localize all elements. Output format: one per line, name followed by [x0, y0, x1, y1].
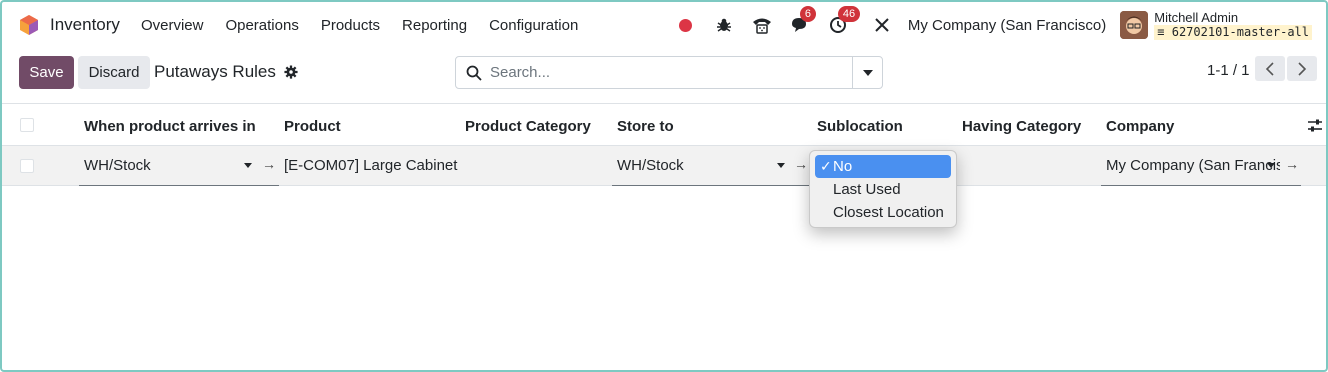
menu-overview[interactable]: Overview	[141, 17, 204, 34]
caret-down-icon[interactable]	[1267, 163, 1275, 168]
field-underline	[1101, 185, 1301, 186]
optional-columns-sliders-icon[interactable]	[1307, 119, 1323, 133]
pager-previous-button[interactable]	[1255, 56, 1285, 81]
user-menu[interactable]: Mitchell Admin ≡ 62702101-master-all	[1154, 10, 1312, 40]
column-header-location[interactable]: When product arrives in	[84, 118, 256, 135]
store-to-field[interactable]: WH/Stock	[617, 157, 684, 174]
control-panel: Save Discard Putaways Rules 1-1 / 1	[2, 48, 1326, 104]
discard-button[interactable]: Discard	[78, 56, 150, 89]
table-header: When product arrives in Product Product …	[2, 105, 1326, 146]
table-row[interactable]: WH/Stock → [E-COM07] Large Cabinet WH/St…	[2, 146, 1326, 186]
caret-down-icon[interactable]	[244, 163, 252, 168]
pager-value[interactable]: 1-1 / 1	[1207, 62, 1250, 79]
search-bar	[455, 56, 883, 89]
gear-icon[interactable]	[284, 65, 298, 79]
arrow-right-icon[interactable]: →	[1285, 156, 1299, 172]
debug-bug-icon[interactable]	[712, 13, 736, 37]
activities-clock-icon[interactable]: 46	[826, 6, 861, 37]
company-field[interactable]: My Company (San Francisco)	[1106, 157, 1280, 174]
checkmark-icon: ✓	[820, 158, 832, 174]
column-header-store-to[interactable]: Store to	[617, 118, 674, 135]
option-label: No	[833, 158, 853, 175]
select-all-checkbox[interactable]	[20, 118, 34, 132]
activities-badge: 46	[837, 6, 861, 22]
user-avatar[interactable]	[1120, 11, 1149, 39]
save-button[interactable]: Save	[19, 56, 74, 89]
chevron-left-icon	[1265, 61, 1274, 76]
app-name[interactable]: Inventory	[50, 15, 120, 35]
caret-down-icon	[862, 69, 873, 76]
pager-next-button[interactable]	[1287, 56, 1317, 81]
phone-icon[interactable]	[750, 13, 774, 37]
column-header-sublocation[interactable]: Sublocation	[817, 118, 903, 135]
user-name: Mitchell Admin	[1154, 10, 1239, 25]
database-label: 62702101-master-all	[1171, 25, 1309, 39]
inventory-app-icon[interactable]	[18, 14, 40, 36]
menu-reporting[interactable]: Reporting	[402, 17, 467, 34]
field-underline	[612, 185, 812, 186]
menu-products[interactable]: Products	[321, 17, 380, 34]
recording-icon[interactable]	[674, 13, 698, 37]
arrow-right-icon[interactable]: →	[262, 156, 276, 172]
column-header-company[interactable]: Company	[1106, 118, 1174, 135]
chevron-right-icon	[1298, 61, 1307, 76]
field-underline	[79, 185, 279, 186]
systray: 6 46 My Company (San Francisco) Mitchell…	[660, 2, 1312, 48]
company-switcher[interactable]: My Company (San Francisco)	[908, 17, 1106, 34]
column-header-having-category[interactable]: Having Category	[962, 118, 1081, 135]
sublocation-option-closest-location[interactable]: Closest Location	[815, 201, 951, 224]
sublocation-dropdown: ✓ No Last Used Closest Location	[809, 150, 957, 228]
menu-operations[interactable]: Operations	[225, 17, 298, 34]
search-options-toggle[interactable]	[852, 57, 882, 88]
location-in-field[interactable]: WH/Stock	[84, 157, 151, 174]
breadcrumb: Putaways Rules	[154, 62, 298, 82]
messages-badge: 6	[799, 6, 816, 22]
caret-down-icon[interactable]	[777, 163, 785, 168]
option-label: Closest Location	[833, 204, 944, 221]
app-window: Inventory Overview Operations Products R…	[0, 0, 1328, 372]
column-header-product[interactable]: Product	[284, 118, 341, 135]
database-icon: ≡	[1157, 25, 1165, 39]
sublocation-option-last-used[interactable]: Last Used	[815, 178, 951, 201]
search-icon	[466, 65, 482, 81]
tools-icon[interactable]	[870, 13, 894, 37]
menu-configuration[interactable]: Configuration	[489, 17, 578, 34]
row-checkbox[interactable]	[20, 159, 34, 173]
product-field[interactable]: [E-COM07] Large Cabinet	[284, 157, 457, 174]
page-title: Putaways Rules	[154, 62, 276, 81]
messages-icon[interactable]: 6	[788, 6, 816, 37]
top-navbar: Inventory Overview Operations Products R…	[2, 2, 1326, 48]
sublocation-option-no[interactable]: ✓ No	[815, 155, 951, 178]
column-header-product-category[interactable]: Product Category	[465, 118, 591, 135]
option-label: Last Used	[833, 181, 901, 198]
search-input[interactable]	[490, 64, 850, 81]
database-name: ≡ 62702101-master-all	[1154, 25, 1312, 40]
arrow-right-icon[interactable]: →	[794, 156, 808, 172]
